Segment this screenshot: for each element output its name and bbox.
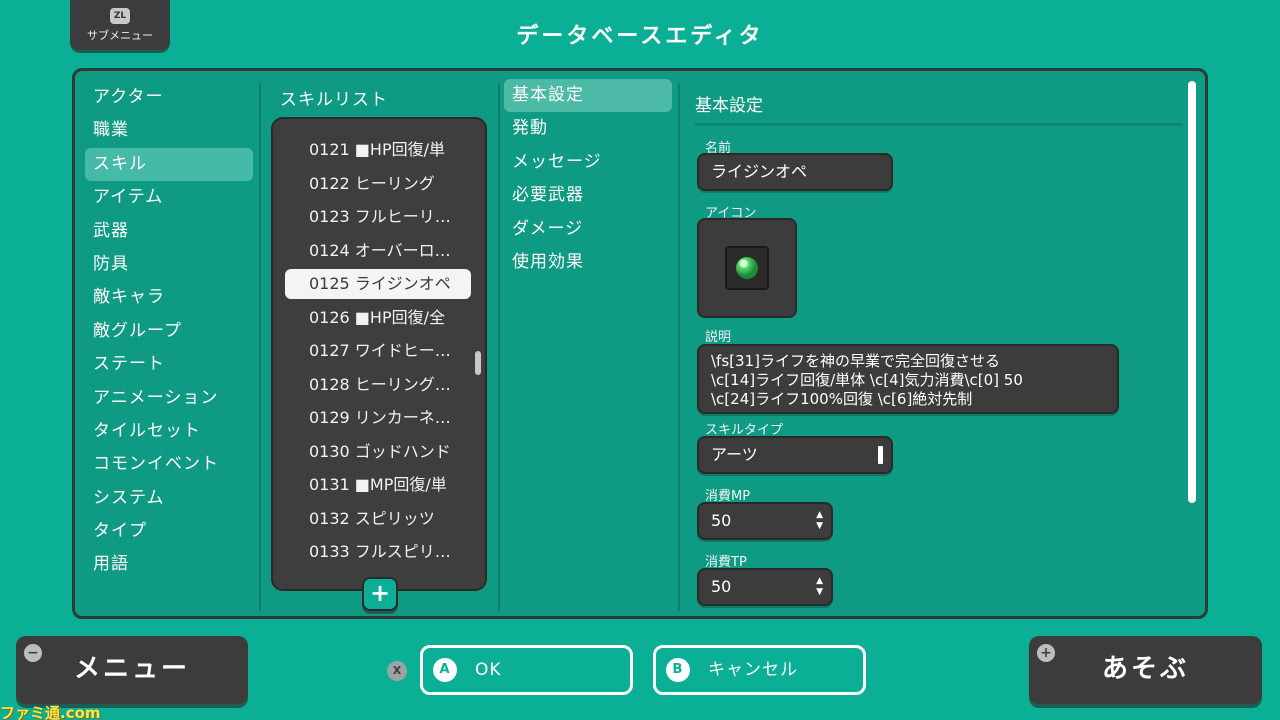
ok-button-label: OK [475, 660, 502, 680]
description-line: \c[14]ライフ回復/単体 \c[4]気力消費\c[0] 50 [711, 371, 1023, 389]
skill-type-select[interactable]: アーツ [697, 436, 893, 474]
skill-list-item[interactable]: 0133 フルスピリ… [285, 537, 471, 567]
tab-effects[interactable]: 使用効果 [504, 246, 672, 279]
tab-required-weapon[interactable]: 必要武器 [504, 179, 672, 212]
mp-cost-stepper[interactable]: 50 ▲ ▼ [697, 502, 833, 540]
description-label: 説明 [705, 330, 732, 345]
watermark-logo: ファミ通.com [0, 704, 101, 720]
settings-tab-list: 基本設定 発動 メッセージ 必要武器 ダメージ 使用効果 [504, 79, 672, 279]
skill-list-item[interactable]: 0128 ヒーリング… [285, 370, 471, 400]
skill-list-item[interactable]: 0124 オーバーロ… [285, 236, 471, 266]
category-list: アクター 職業 スキル アイテム 武器 防具 敵キャラ 敵グループ ステート ア… [85, 81, 253, 582]
category-item[interactable]: システム [85, 482, 253, 515]
category-item[interactable]: コモンイベント [85, 448, 253, 481]
tp-cost-value: 50 [711, 577, 732, 596]
tab-damage[interactable]: ダメージ [504, 213, 672, 246]
column-divider [678, 83, 680, 611]
category-item[interactable]: 防具 [85, 248, 253, 281]
detail-pane: 基本設定 名前 ライジンオペ アイコン 説明 \fs[31]ライフを神の早業で完… [695, 71, 1195, 616]
description-line: \fs[31]ライフを神の早業で完全回復させる [711, 352, 1000, 370]
plus-button-icon: + [1037, 644, 1055, 662]
category-item[interactable]: 敵グループ [85, 315, 253, 348]
skill-list-item[interactable]: 0132 スピリッツ [285, 504, 471, 534]
category-item[interactable]: 武器 [85, 215, 253, 248]
add-skill-button[interactable]: + [362, 577, 398, 611]
tab-message[interactable]: メッセージ [504, 146, 672, 179]
skill-list-item-selected[interactable]: 0125 ライジンオペ [285, 269, 471, 299]
cancel-button-label: キャンセル [708, 660, 798, 680]
description-field[interactable]: \fs[31]ライフを神の早業で完全回復させる \c[14]ライフ回復/単体 \… [697, 344, 1119, 414]
icon-picker[interactable] [697, 218, 797, 318]
skill-list-item[interactable]: 0126 ■HP回復/全 [285, 303, 471, 333]
minus-button-icon: − [24, 644, 42, 662]
skill-list[interactable]: 0121 ■HP回復/単 0122 ヒーリング 0123 フルヒーリ… 0124… [271, 117, 487, 591]
column-divider [259, 83, 261, 611]
skill-icon-frame [725, 246, 769, 290]
category-item[interactable]: アイテム [85, 181, 253, 214]
skill-list-scrollbar[interactable] [475, 351, 481, 375]
column-divider [498, 83, 500, 611]
category-item[interactable]: アニメーション [85, 382, 253, 415]
dropdown-indicator-icon [878, 446, 883, 464]
skill-list-item[interactable]: 0121 ■HP回復/単 [285, 135, 471, 165]
a-button-icon: A [433, 658, 457, 682]
category-item[interactable]: タイルセット [85, 415, 253, 448]
x-button-icon: X [387, 661, 407, 681]
menu-button[interactable]: − メニュー [16, 636, 248, 704]
green-orb-icon [736, 257, 758, 279]
skill-type-value: アーツ [711, 445, 758, 464]
category-item[interactable]: タイプ [85, 515, 253, 548]
category-item[interactable]: アクター [85, 81, 253, 114]
tp-cost-stepper[interactable]: 50 ▲ ▼ [697, 568, 833, 606]
category-item[interactable]: 用語 [85, 548, 253, 581]
skill-list-item[interactable]: 0129 リンカーネ… [285, 403, 471, 433]
skill-list-item[interactable]: 0130 ゴッドハンド [285, 437, 471, 467]
skill-list-item[interactable]: 0123 フルヒーリ… [285, 202, 471, 232]
b-button-icon: B [666, 658, 690, 682]
play-button[interactable]: + あそぶ [1029, 636, 1262, 704]
category-item[interactable]: 敵キャラ [85, 281, 253, 314]
skill-list-item[interactable]: 0127 ワイドヒー… [285, 336, 471, 366]
mp-cost-value: 50 [711, 511, 732, 530]
detail-divider [695, 123, 1183, 126]
skill-list-item[interactable]: 0122 ヒーリング [285, 169, 471, 199]
category-item-selected[interactable]: スキル [85, 147, 253, 182]
detail-scrollbar[interactable] [1188, 81, 1196, 503]
tab-basic-settings[interactable]: 基本設定 [504, 79, 672, 113]
category-item[interactable]: ステート [85, 348, 253, 381]
cancel-button[interactable]: B キャンセル [653, 645, 866, 695]
menu-button-label: メニュー [73, 654, 190, 684]
name-field[interactable]: ライジンオペ [697, 153, 893, 191]
stepper-arrows-icon[interactable]: ▲ ▼ [816, 576, 823, 598]
category-item[interactable]: 職業 [85, 114, 253, 147]
play-button-label: あそぶ [1101, 654, 1189, 684]
stepper-arrows-icon[interactable]: ▲ ▼ [816, 510, 823, 532]
database-editor-panel: アクター 職業 スキル アイテム 武器 防具 敵キャラ 敵グループ ステート ア… [72, 68, 1208, 619]
tab-activation[interactable]: 発動 [504, 112, 672, 145]
skill-list-item[interactable]: 0131 ■MP回復/単 [285, 470, 471, 500]
page-title: データベースエディタ [516, 24, 764, 49]
description-line: \c[24]ライフ100%回復 \c[6]絶対先制 [711, 390, 973, 408]
skill-list-header: スキルリスト [280, 90, 388, 110]
detail-title: 基本設定 [695, 96, 763, 116]
ok-button[interactable]: A OK [420, 645, 633, 695]
